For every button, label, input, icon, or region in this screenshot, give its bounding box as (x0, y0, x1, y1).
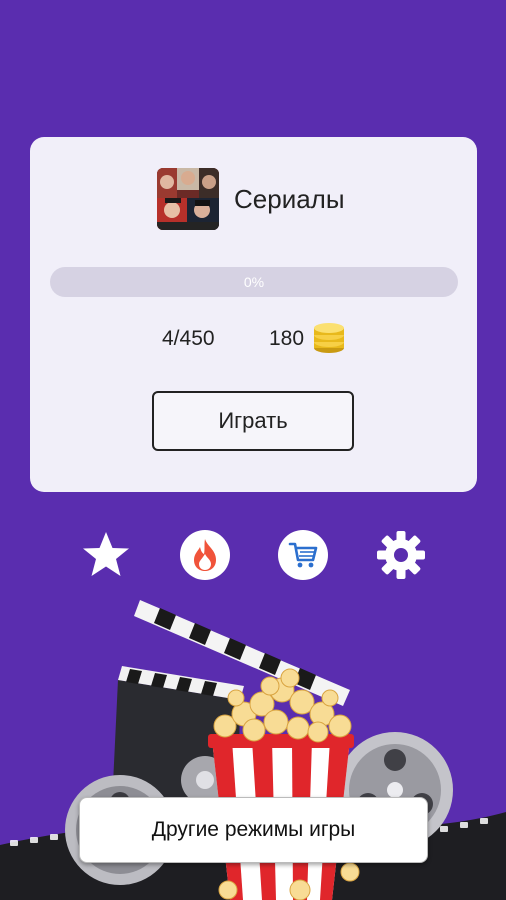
stats-row: 4/450 180 (30, 322, 477, 358)
shop-button[interactable] (278, 530, 328, 580)
fire-icon (194, 539, 216, 571)
progress-label: 0% (243, 274, 265, 290)
play-button[interactable]: Играть (152, 391, 354, 451)
category-title: Сериалы (234, 183, 345, 214)
category-thumbnail (157, 168, 219, 230)
progress-bar: 0% (50, 267, 458, 297)
favorites-button[interactable] (81, 530, 131, 580)
settings-button[interactable] (376, 530, 426, 580)
other-modes-button[interactable]: Другие режимы игры (79, 797, 428, 863)
levels-counter: 4/450 (162, 327, 215, 350)
category-header: Сериалы (157, 167, 345, 231)
nav-icon-row (0, 530, 506, 580)
cart-icon (288, 542, 318, 568)
coins-icon (314, 323, 344, 353)
star-icon (83, 532, 129, 576)
coins-counter: 180 (269, 327, 305, 350)
category-card: Сериалы 0% 4/450 180 Играть (30, 137, 477, 492)
gear-icon (377, 531, 425, 579)
popular-button[interactable] (180, 530, 230, 580)
